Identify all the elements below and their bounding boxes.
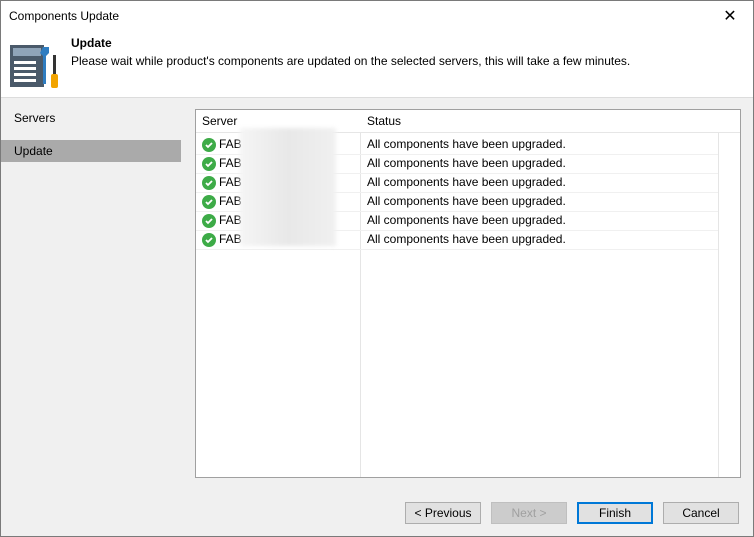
server-cell: FAB xyxy=(202,192,242,211)
status-cell: All components have been upgraded. xyxy=(367,175,566,189)
status-cell: All components have been upgraded. xyxy=(367,156,566,170)
success-check-icon xyxy=(202,232,216,247)
step-description: Please wait while product's components a… xyxy=(71,54,631,68)
server-name: FAB xyxy=(219,137,242,151)
sidebar-item-label: Update xyxy=(14,144,53,158)
status-cell: All components have been upgraded. xyxy=(367,194,566,208)
success-check-icon xyxy=(202,156,216,171)
cancel-button[interactable]: Cancel xyxy=(663,502,739,524)
step-title: Update xyxy=(71,36,112,50)
server-cell: FAB xyxy=(202,211,242,230)
server-cell: FAB xyxy=(202,230,242,249)
close-button[interactable]: ✕ xyxy=(707,1,753,31)
previous-button[interactable]: < Previous xyxy=(405,502,481,524)
server-name: FAB xyxy=(219,232,242,246)
wizard-steps-sidebar: Servers Update xyxy=(1,98,181,490)
column-divider xyxy=(718,110,719,477)
server-name: FAB xyxy=(219,213,242,227)
close-icon: ✕ xyxy=(723,8,737,25)
status-cell: All components have been upgraded. xyxy=(367,137,566,151)
components-update-dialog: Components Update ✕ Update Please wait w… xyxy=(0,0,754,537)
sidebar-item-update[interactable]: Update xyxy=(1,140,181,162)
column-header-status[interactable]: Status xyxy=(361,110,717,132)
server-cell: FAB xyxy=(202,173,242,192)
server-cell: FAB xyxy=(202,154,242,173)
server-name: FAB xyxy=(219,156,242,170)
wizard-header: Update Please wait while product's compo… xyxy=(1,31,753,98)
next-button[interactable]: Next > xyxy=(491,502,567,524)
success-check-icon xyxy=(202,175,216,190)
title-bar: Components Update ✕ xyxy=(1,1,753,31)
components-tools-icon xyxy=(10,45,58,88)
finish-button[interactable]: Finish xyxy=(577,502,653,524)
success-check-icon xyxy=(202,213,216,228)
server-cell: FAB xyxy=(202,135,242,154)
status-cell: All components have been upgraded. xyxy=(367,213,566,227)
servers-status-table[interactable]: Server Status FAB All components have be… xyxy=(195,109,741,478)
status-cell: All components have been upgraded. xyxy=(367,232,566,246)
window-title: Components Update xyxy=(9,9,120,23)
success-check-icon xyxy=(202,137,216,152)
sidebar-item-label: Servers xyxy=(14,111,56,125)
sidebar-item-servers[interactable]: Servers xyxy=(1,107,181,129)
success-check-icon xyxy=(202,194,216,209)
server-name: FAB xyxy=(219,194,242,208)
wizard-footer: < Previous Next > Finish Cancel xyxy=(1,490,753,536)
main-content: Server Status FAB All components have be… xyxy=(181,98,753,490)
redacted-server-names xyxy=(240,128,336,246)
server-name: FAB xyxy=(219,175,242,189)
